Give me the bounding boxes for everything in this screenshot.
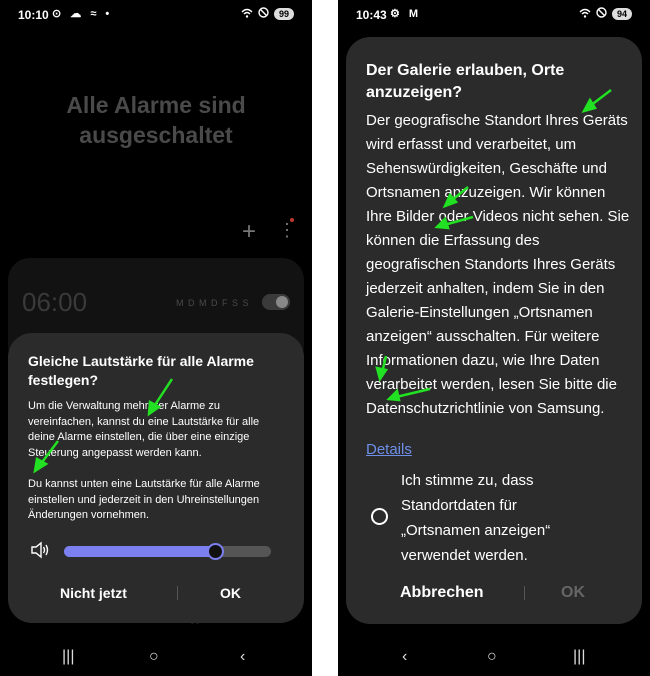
home-nav-icon[interactable]: ○ bbox=[149, 648, 159, 666]
button-divider bbox=[177, 586, 178, 600]
alarm-toggle[interactable] bbox=[262, 294, 290, 310]
volume-slider-fill bbox=[64, 546, 216, 557]
left-phone-screen: 10:10 ⊙ ☁ ≈ • 99 Alle Alarme sind ausges… bbox=[0, 0, 312, 676]
consent-radio[interactable] bbox=[371, 508, 388, 525]
speaker-icon bbox=[30, 541, 50, 564]
dialog-paragraph-2: Du kannst unten eine Lautstärke für alle… bbox=[28, 478, 260, 521]
status-right-icons: 99 bbox=[241, 7, 294, 21]
dialog-title: Der Galerie erlauben, Orte anzuzeigen? bbox=[366, 62, 565, 101]
dialog-body: Der geografische Standort Ihres Geräts w… bbox=[366, 112, 630, 417]
back-nav-icon[interactable]: ‹ bbox=[240, 648, 245, 666]
dialog-paragraph-1: Um die Verwaltung mehrerer Alarme zu ver… bbox=[28, 400, 260, 459]
status-notification-icons: ⚙ M bbox=[390, 8, 422, 20]
battery-badge: 99 bbox=[273, 8, 294, 20]
wifi-icon bbox=[579, 8, 591, 21]
volume-slider[interactable] bbox=[64, 543, 271, 560]
button-divider bbox=[524, 586, 525, 600]
wifi-icon bbox=[241, 8, 253, 21]
alarm-time: 06:00 bbox=[22, 287, 88, 317]
empty-alarms-title: Alle Alarme sind ausgeschaltet bbox=[66, 92, 246, 148]
status-bar: 10:10 ⊙ ☁ ≈ • 99 bbox=[0, 0, 312, 30]
status-time: 10:43 bbox=[356, 8, 387, 22]
recents-nav-icon[interactable]: ||| bbox=[573, 648, 585, 666]
consent-label[interactable]: Ich stimme zu, dass Standortdaten für „O… bbox=[401, 468, 591, 568]
add-alarm-icon[interactable]: + bbox=[242, 218, 256, 246]
battery-badge: 94 bbox=[611, 8, 632, 20]
more-options-icon[interactable]: ⋮ bbox=[278, 220, 296, 241]
not-now-button[interactable]: Nicht jetzt bbox=[60, 585, 127, 601]
alarm-days: M D M D F S S bbox=[176, 298, 250, 308]
status-time: 10:10 bbox=[18, 8, 49, 22]
ok-button[interactable]: OK bbox=[220, 585, 241, 601]
right-phone-screen: 10:43 ⚙ M 94 Der Galerie erlauben, Orte … bbox=[338, 0, 650, 676]
recents-nav-icon[interactable]: ||| bbox=[62, 648, 74, 666]
status-right-icons: 94 bbox=[579, 7, 632, 21]
status-notification-icons: ⊙ ☁ ≈ • bbox=[52, 8, 113, 20]
do-not-disturb-icon bbox=[596, 7, 607, 21]
details-link[interactable]: Details bbox=[366, 441, 412, 458]
cancel-button[interactable]: Abbrechen bbox=[400, 584, 484, 602]
status-bar: 10:43 ⚙ M 94 bbox=[338, 0, 650, 30]
do-not-disturb-icon bbox=[258, 7, 269, 21]
back-nav-icon[interactable]: ‹ bbox=[402, 648, 407, 666]
home-nav-icon[interactable]: ○ bbox=[487, 648, 497, 666]
volume-slider-thumb[interactable] bbox=[207, 543, 225, 560]
dialog-title: Gleiche Lautstärke für alle Alarme festl… bbox=[28, 353, 254, 388]
ok-button-disabled[interactable]: OK bbox=[561, 584, 585, 602]
notification-dot bbox=[290, 218, 294, 222]
